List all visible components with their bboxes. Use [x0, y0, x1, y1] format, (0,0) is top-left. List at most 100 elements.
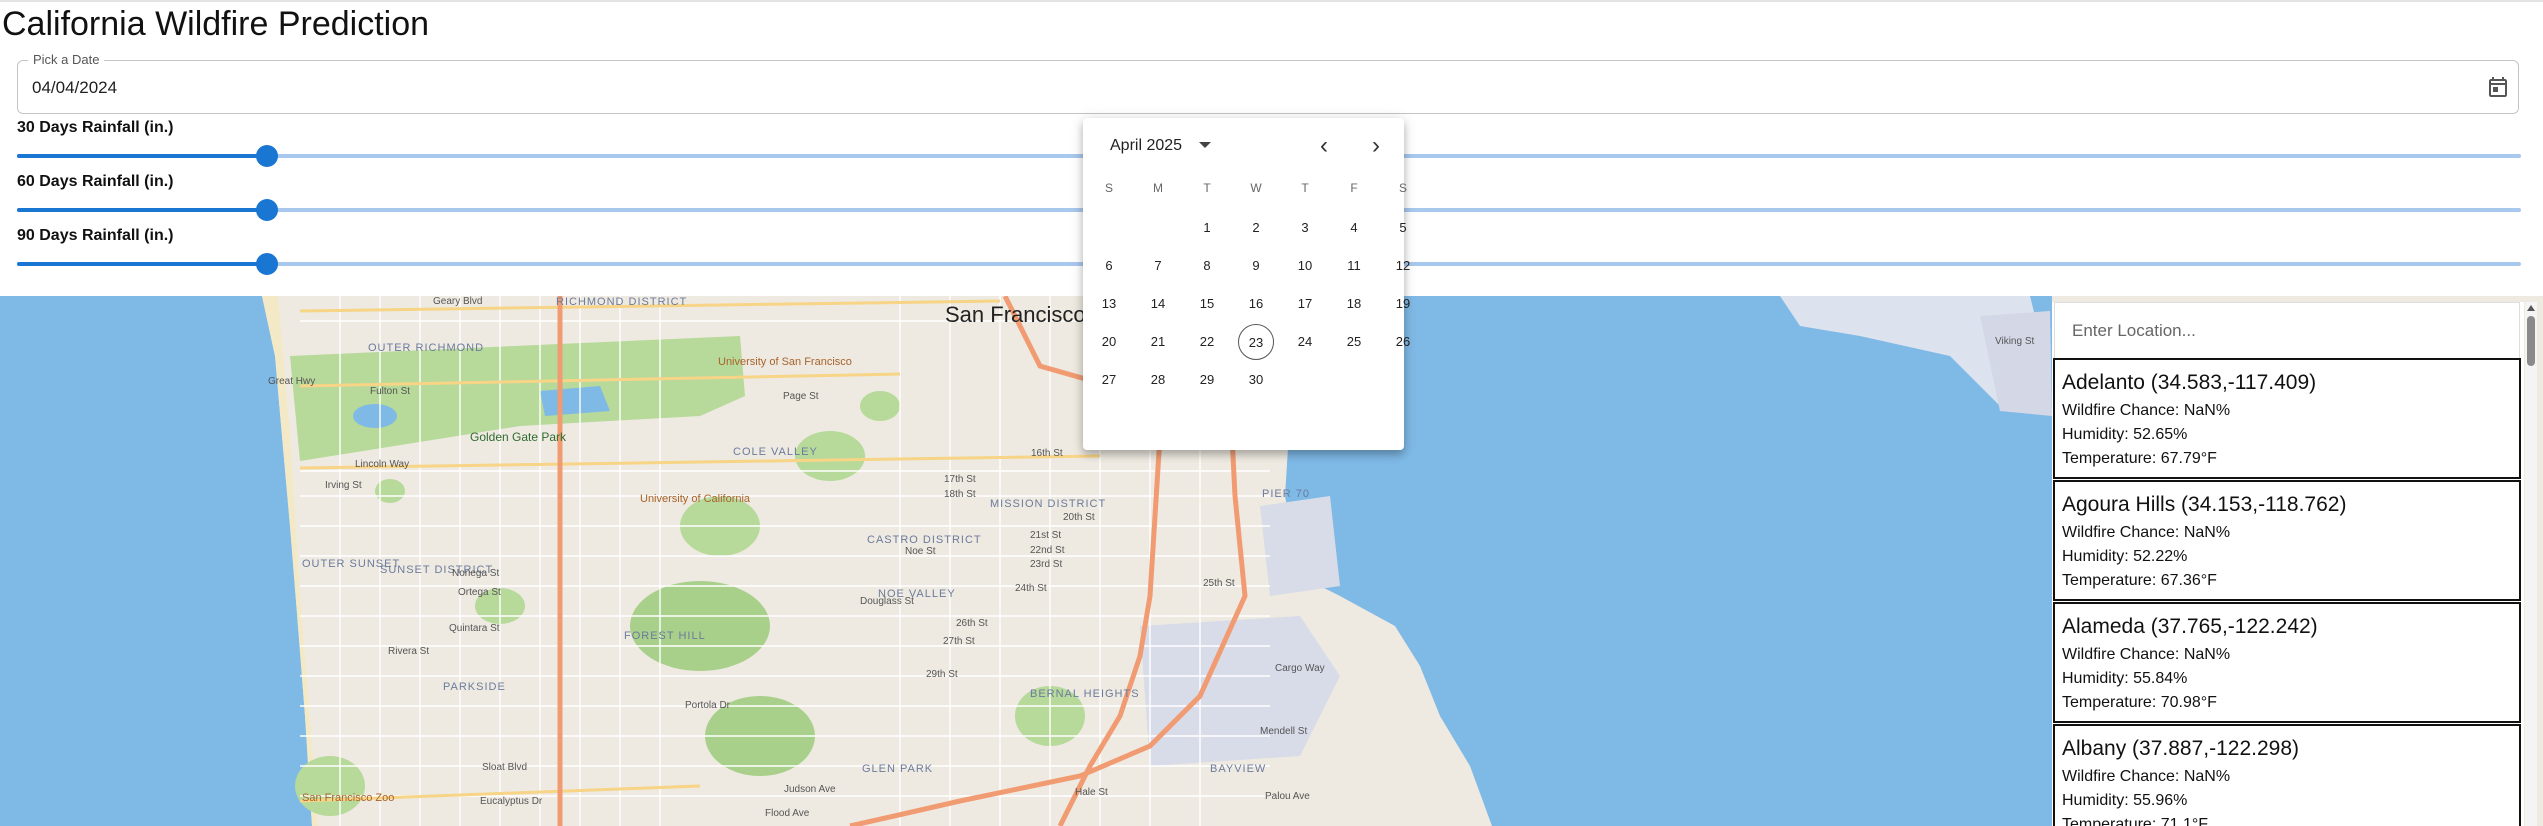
- slider-30-day-thumb[interactable]: [256, 145, 279, 167]
- calendar-day[interactable]: 20: [1091, 324, 1127, 360]
- page-title: California Wildfire Prediction: [2, 5, 430, 43]
- date-value[interactable]: 04/04/2024: [32, 78, 117, 98]
- weekday-header: S: [1104, 181, 1113, 195]
- calendar-day[interactable]: 12: [1385, 248, 1421, 284]
- location-card-humidity: Humidity: 52.22%: [2062, 548, 2188, 565]
- location-card-title: Alameda (37.765,-122.242): [2062, 615, 2318, 638]
- map-district-cole-valley: COLE VALLEY: [733, 446, 818, 458]
- calendar-day[interactable]: 29: [1189, 362, 1225, 398]
- map-street-label: Douglass St: [860, 596, 914, 607]
- location-card-humidity: Humidity: 52.65%: [2062, 426, 2188, 443]
- scrollbar-thumb[interactable]: [2527, 316, 2535, 366]
- map-district-richmond: RICHMOND DISTRICT: [556, 296, 688, 308]
- map-district-outer-richmond: OUTER RICHMOND: [368, 342, 485, 354]
- calendar-day[interactable]: 14: [1140, 286, 1176, 322]
- map-poi-sf-zoo: San Francisco Zoo: [302, 792, 395, 804]
- location-card-humidity: Humidity: 55.96%: [2062, 792, 2188, 809]
- calendar-day[interactable]: 26: [1385, 324, 1421, 360]
- map-district-bernal-heights: BERNAL HEIGHTS: [1030, 688, 1140, 700]
- calendar-day[interactable]: 22: [1189, 324, 1225, 360]
- location-card-title: Adelanto (34.583,-117.409): [2062, 371, 2317, 394]
- weekday-header: F: [1350, 181, 1358, 195]
- map-street-label: Cargo Way: [1275, 663, 1325, 674]
- location-card-title: Albany (37.887,-122.298): [2062, 737, 2299, 760]
- calendar-day[interactable]: 28: [1140, 362, 1176, 398]
- map-street-label: 18th St: [944, 489, 976, 500]
- location-card[interactable]: Agoura Hills (34.153,-118.762) Wildfire …: [2053, 480, 2521, 601]
- location-search[interactable]: [2054, 302, 2520, 358]
- map-street-label: Noe St: [905, 546, 936, 557]
- map-street-label: 16th St: [1031, 448, 1063, 459]
- calendar-day[interactable]: 6: [1091, 248, 1127, 284]
- map-street-label: 23rd St: [1030, 559, 1063, 570]
- next-month-icon[interactable]: ›: [1361, 132, 1391, 162]
- calendar-day[interactable]: 13: [1091, 286, 1127, 322]
- calendar-popup[interactable]: April 2025 ‹ › S M T W T F S 1 2 3 4 5 6 7 8 9 10 11 12 13 1…: [1083, 118, 1410, 450]
- location-card[interactable]: Adelanto (34.583,-117.409) Wildfire Chan…: [2053, 358, 2521, 479]
- map-poi-usf: University of San Francisco: [718, 356, 852, 368]
- location-card-temperature: Temperature: 71.1°F: [2062, 816, 2209, 826]
- calendar-day[interactable]: 17: [1287, 286, 1323, 322]
- calendar-day[interactable]: 21: [1140, 324, 1176, 360]
- map-street-label: 17th St: [944, 474, 976, 485]
- map-street-label: Ortega St: [458, 587, 501, 598]
- calendar-icon[interactable]: [2486, 75, 2510, 99]
- calendar-day[interactable]: 10: [1287, 248, 1323, 284]
- calendar-day[interactable]: 24: [1287, 324, 1323, 360]
- calendar-month-label[interactable]: April 2025: [1110, 137, 1182, 155]
- location-card-chance: Wildfire Chance: NaN%: [2062, 768, 2231, 785]
- calendar-day[interactable]: 2: [1238, 210, 1274, 246]
- weekday-header: T: [1301, 181, 1309, 195]
- slider-30-day-fill: [17, 154, 268, 158]
- location-card[interactable]: Albany (37.887,-122.298) Wildfire Chance…: [2053, 724, 2521, 826]
- calendar-day[interactable]: 9: [1238, 248, 1274, 284]
- calendar-day[interactable]: 18: [1336, 286, 1372, 322]
- map-street-label: Portola Dr: [685, 700, 731, 711]
- calendar-day[interactable]: 30: [1238, 362, 1274, 398]
- date-picker-field[interactable]: Pick a Date 04/04/2024: [17, 52, 2519, 114]
- location-card[interactable]: Alameda (37.765,-122.242) Wildfire Chanc…: [2053, 602, 2521, 723]
- date-picker-label: Pick a Date: [28, 52, 105, 67]
- location-card-chance: Wildfire Chance: NaN%: [2062, 524, 2231, 541]
- location-panel-scrollbar[interactable]: [2525, 302, 2537, 826]
- calendar-day[interactable]: 3: [1287, 210, 1323, 246]
- location-card-humidity: Humidity: 55.84%: [2062, 670, 2188, 687]
- slider-90-day-thumb[interactable]: [256, 253, 279, 275]
- map-street-label: Lincoln Way: [355, 459, 410, 470]
- location-card-chance: Wildfire Chance: NaN%: [2062, 646, 2231, 663]
- month-dropdown-icon[interactable]: [1199, 142, 1211, 148]
- weekday-header: T: [1203, 181, 1211, 195]
- map-street-label: Sloat Blvd: [482, 762, 528, 773]
- calendar-day[interactable]: 19: [1385, 286, 1421, 322]
- previous-month-icon[interactable]: ‹: [1309, 132, 1339, 162]
- map-street-label: Hale St: [1075, 787, 1108, 798]
- map-street-label: 22nd St: [1030, 545, 1065, 556]
- map-poi-golden-gate-park: Golden Gate Park: [470, 430, 567, 444]
- calendar-day[interactable]: 7: [1140, 248, 1176, 284]
- map-district-parkside: PARKSIDE: [443, 681, 506, 693]
- calendar-day[interactable]: 5: [1385, 210, 1421, 246]
- calendar-day[interactable]: 1: [1189, 210, 1225, 246]
- map-poi-ucsf: University of California: [640, 493, 751, 505]
- calendar-day[interactable]: 25: [1336, 324, 1372, 360]
- location-card-temperature: Temperature: 67.79°F: [2062, 450, 2217, 467]
- calendar-day[interactable]: 27: [1091, 362, 1127, 398]
- map-city-label: San Francisco: [945, 302, 1086, 327]
- map-street-label: Great Hwy: [268, 376, 316, 387]
- location-search-input[interactable]: [2070, 320, 2494, 342]
- weekday-header: S: [1398, 181, 1407, 195]
- map-street-label: 24th St: [1015, 583, 1047, 594]
- calendar-day[interactable]: 11: [1336, 248, 1372, 284]
- scroll-up-icon[interactable]: [2527, 305, 2535, 311]
- calendar-day[interactable]: 16: [1238, 286, 1274, 322]
- location-card-title: Agoura Hills (34.153,-118.762): [2062, 493, 2347, 516]
- calendar-day[interactable]: 8: [1189, 248, 1225, 284]
- calendar-day[interactable]: 4: [1336, 210, 1372, 246]
- calendar-day[interactable]: 15: [1189, 286, 1225, 322]
- map-street-label: Geary Blvd: [433, 296, 483, 307]
- slider-60-day-thumb[interactable]: [256, 199, 279, 221]
- map-street-label: Page St: [783, 391, 819, 402]
- calendar-day-today[interactable]: 23: [1238, 324, 1274, 360]
- map-street-label: Rivera St: [388, 646, 430, 657]
- location-card-temperature: Temperature: 67.36°F: [2062, 572, 2217, 589]
